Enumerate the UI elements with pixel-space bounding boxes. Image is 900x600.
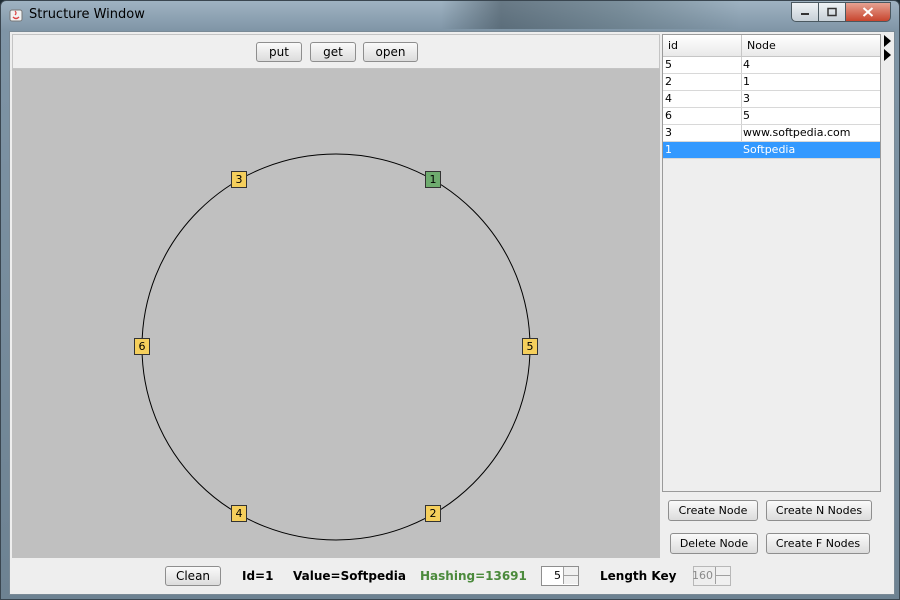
close-icon <box>862 7 874 17</box>
hashing-readout: Hashing=13691 <box>420 569 527 583</box>
table-row[interactable]: 21 <box>663 74 880 91</box>
spinner-down-arrow-icon[interactable] <box>563 576 578 584</box>
table-row[interactable]: 43 <box>663 91 880 108</box>
table-row[interactable]: 54 <box>663 57 880 74</box>
node-table-panel: id Node 5 4 2 1 4 3 6 5 3 www.softpedia.com 1 Softp… <box>662 34 881 558</box>
table-row[interactable]: 3 www.softpedia.com <box>663 125 880 142</box>
delete-node-button[interactable]: Delete Node <box>670 533 758 554</box>
toolbar: put get open <box>12 34 660 69</box>
cell-id: 6 <box>665 109 672 122</box>
put-button[interactable]: put <box>256 42 302 62</box>
ring-node[interactable]: 6 <box>134 338 150 355</box>
cell-node: 3 <box>743 92 750 105</box>
chord-ring-circle <box>141 153 531 541</box>
ring-svg <box>141 153 531 541</box>
column-header-node[interactable]: Node <box>747 39 776 52</box>
cell-id: 5 <box>665 58 672 71</box>
table-row[interactable]: 1 Softpedia <box>663 142 880 159</box>
length-key-down-arrow-icon <box>715 576 730 584</box>
minimize-button[interactable] <box>791 2 819 22</box>
cell-id: 2 <box>665 75 672 88</box>
java-app-icon <box>9 8 23 22</box>
table-body: 5 4 2 1 4 3 6 5 3 www.softpedia.com 1 Softpedia <box>663 57 880 159</box>
ring-node[interactable]: 4 <box>231 505 247 523</box>
cell-id: 3 <box>665 126 672 139</box>
ring-node[interactable]: 1 <box>425 170 441 188</box>
window-title: Structure Window <box>29 7 145 22</box>
title-bar[interactable]: Structure Window <box>1 1 899 29</box>
minimize-icon <box>801 13 809 15</box>
cell-node: 1 <box>743 75 750 88</box>
cell-node: Softpedia <box>743 143 796 156</box>
panel-arrows[interactable] <box>883 34 893 64</box>
node-table[interactable]: id Node 5 4 2 1 4 3 6 5 3 www.softpedia.com 1 Softp… <box>662 34 881 492</box>
length-key-up-arrow-icon <box>715 567 730 576</box>
id-readout: Id=1 <box>242 569 274 583</box>
cell-node: 5 <box>743 109 750 122</box>
clean-button[interactable]: Clean <box>165 566 221 586</box>
create-f-nodes-button[interactable]: Create F Nodes <box>766 533 870 554</box>
spinner-up-arrow-icon[interactable] <box>563 567 578 576</box>
status-bar: Clean Id=1 Value=Softpedia Hashing=13691… <box>10 560 894 594</box>
cell-id: 1 <box>665 143 672 156</box>
length-key-spinner: 160 <box>692 566 731 586</box>
create-node-button[interactable]: Create Node <box>668 500 758 521</box>
ring-panel: put get open 1 5 2 4 6 3 <box>12 34 660 558</box>
ring-node[interactable]: 3 <box>231 170 247 188</box>
triangle-right-icon <box>884 35 891 61</box>
cell-node: 4 <box>743 58 750 71</box>
create-n-nodes-button[interactable]: Create N Nodes <box>766 500 872 521</box>
get-button[interactable]: get <box>310 42 356 62</box>
ring-node[interactable]: 5 <box>522 338 538 355</box>
ring-canvas[interactable]: 1 5 2 4 6 3 <box>12 69 660 558</box>
table-row[interactable]: 65 <box>663 108 880 125</box>
cell-id: 4 <box>665 92 672 105</box>
close-button[interactable] <box>845 2 891 22</box>
cell-node: www.softpedia.com <box>743 126 851 139</box>
title-decoration <box>441 1 741 29</box>
maximize-button[interactable] <box>818 2 846 22</box>
client-area: put get open 152463 id Node 5 4 2 1 4 3 6 5 3 www… <box>9 31 895 595</box>
length-key-value: 160 <box>692 569 713 582</box>
value-readout: Value=Softpedia <box>293 569 406 583</box>
open-button[interactable]: open <box>363 42 418 62</box>
spinner-value: 5 <box>554 569 561 582</box>
structure-window: Structure Window put get open 1 5 2 4 6 … <box>0 0 900 600</box>
column-header-id[interactable]: id <box>668 39 678 52</box>
table-header: id Node <box>663 35 880 57</box>
ring-node[interactable]: 2 <box>425 505 441 523</box>
node-count-spinner[interactable]: 5 <box>541 566 579 586</box>
maximize-icon <box>827 7 837 17</box>
length-key-label: Length Key <box>600 569 677 583</box>
